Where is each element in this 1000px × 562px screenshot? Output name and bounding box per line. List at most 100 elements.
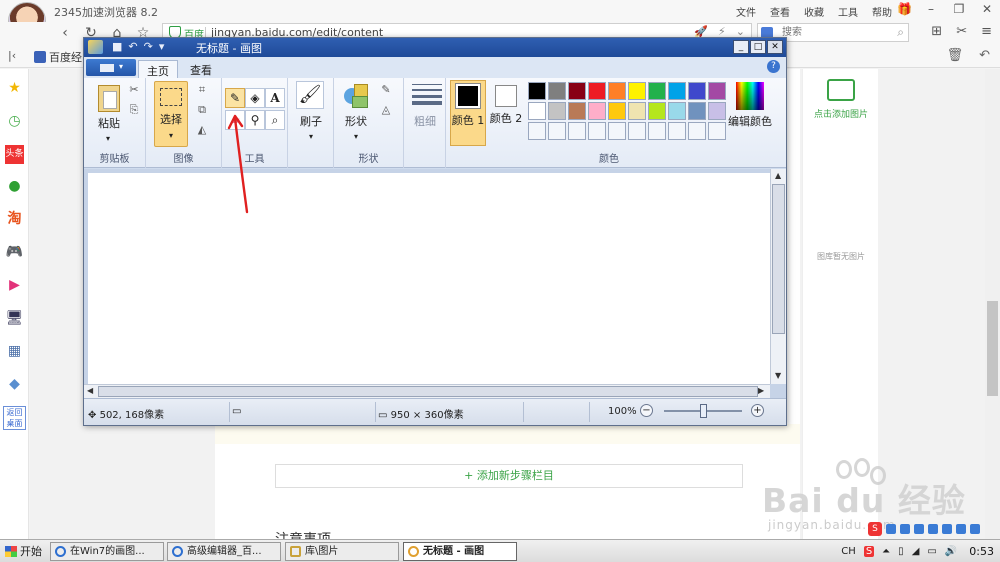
- palette-swatch[interactable]: [668, 102, 686, 120]
- video-icon[interactable]: ▶: [5, 276, 24, 295]
- custom-color-slot[interactable]: [588, 122, 606, 140]
- grid-icon[interactable]: ⊞: [931, 24, 942, 39]
- text-icon[interactable]: A: [265, 88, 285, 108]
- shapes-dropdown-icon[interactable]: ▾: [350, 129, 362, 144]
- restore-icon[interactable]: ❐: [952, 2, 966, 16]
- zoom-in-icon[interactable]: +: [751, 404, 764, 417]
- brushes-dropdown-icon[interactable]: ▾: [305, 129, 317, 144]
- custom-color-slot[interactable]: [668, 122, 686, 140]
- help-icon[interactable]: ?: [767, 60, 780, 73]
- color-picker-icon[interactable]: ⚲: [245, 110, 265, 130]
- rotate-icon[interactable]: ◭: [194, 122, 210, 138]
- custom-color-slot[interactable]: [688, 122, 706, 140]
- custom-color-slot[interactable]: [528, 122, 546, 140]
- bookmark-baidu[interactable]: 百度经: [34, 49, 82, 65]
- edit-colors-button[interactable]: 编辑颜色: [726, 114, 774, 129]
- menu-favorites[interactable]: 收藏: [804, 4, 824, 19]
- trash-icon[interactable]: 🗑: [947, 48, 964, 63]
- sogou-s-icon[interactable]: S: [868, 522, 882, 536]
- tray-mini-icon[interactable]: [928, 524, 938, 534]
- gift-icon[interactable]: 🎁: [897, 2, 912, 16]
- tray-mini-icon[interactable]: [970, 524, 980, 534]
- palette-swatch[interactable]: [608, 82, 626, 100]
- scroll-right-icon[interactable]: ▶: [758, 386, 764, 395]
- customize-chevron-icon[interactable]: ▾: [159, 40, 165, 53]
- task-advanced-editor[interactable]: 高级编辑器_百...: [167, 542, 281, 561]
- menu-file[interactable]: 文件: [736, 4, 756, 19]
- pencil-icon[interactable]: ✎: [225, 88, 245, 108]
- select-button[interactable]: 选择 ▾: [154, 81, 188, 147]
- tab-view[interactable]: 查看: [182, 60, 220, 78]
- tray-mini-icon[interactable]: [956, 524, 966, 534]
- minimize-icon[interactable]: –: [924, 2, 938, 16]
- menu-view[interactable]: 查看: [770, 4, 790, 19]
- brushes-button[interactable]: 刷子: [292, 114, 330, 129]
- undo-icon[interactable]: ↶: [979, 48, 990, 63]
- outline-icon[interactable]: ✎: [378, 82, 394, 98]
- color1-button[interactable]: 颜色 1: [450, 80, 486, 146]
- eraser-tool-icon[interactable]: ▰: [225, 110, 245, 130]
- custom-color-slot[interactable]: [608, 122, 626, 140]
- menu-lines-icon[interactable]: ≡: [981, 24, 992, 39]
- tray-mini-icon[interactable]: [942, 524, 952, 534]
- fill-icon[interactable]: ◬: [378, 102, 394, 118]
- magnifier-icon[interactable]: ⌕: [265, 110, 285, 130]
- palette-swatch[interactable]: [548, 82, 566, 100]
- palette-swatch[interactable]: [708, 102, 726, 120]
- fill-bucket-icon[interactable]: ◈: [245, 88, 265, 108]
- paint-app-menu-button[interactable]: ▾: [86, 59, 136, 76]
- gamepad-icon[interactable]: 🎮: [5, 243, 24, 262]
- clock-icon[interactable]: ◷: [5, 112, 24, 131]
- palette-swatch[interactable]: [708, 82, 726, 100]
- size-button[interactable]: 粗细: [410, 114, 440, 129]
- vertical-scroll-thumb[interactable]: [772, 184, 785, 334]
- drawing-canvas[interactable]: [88, 173, 770, 384]
- shapes-button[interactable]: 形状: [336, 114, 376, 129]
- paint-close-icon[interactable]: ✕: [767, 40, 783, 54]
- palette-swatch[interactable]: [668, 82, 686, 100]
- task-browser-paint-guide[interactable]: 在Win7的画图...: [50, 542, 164, 561]
- custom-color-slot[interactable]: [548, 122, 566, 140]
- palette-swatch[interactable]: [548, 102, 566, 120]
- menu-help[interactable]: 帮助: [872, 4, 892, 19]
- page-scroll-thumb[interactable]: [987, 301, 998, 396]
- task-library-pictures[interactable]: 库\图片: [285, 542, 399, 561]
- palette-swatch[interactable]: [688, 102, 706, 120]
- palette-swatch[interactable]: [588, 102, 606, 120]
- crop-icon[interactable]: ⌗: [194, 82, 210, 98]
- clock[interactable]: 0:53: [969, 545, 994, 558]
- language-indicator[interactable]: CH: [841, 546, 856, 557]
- custom-color-slot[interactable]: [568, 122, 586, 140]
- task-paint[interactable]: 无标题 - 画图: [403, 542, 517, 561]
- tab-home[interactable]: 主页: [138, 60, 178, 78]
- paint-maximize-icon[interactable]: □: [750, 40, 766, 54]
- brush-icon[interactable]: 🖌: [296, 81, 324, 109]
- edit-colors-icon[interactable]: [736, 82, 764, 110]
- custom-color-slot[interactable]: [648, 122, 666, 140]
- network-icon[interactable]: ◢: [912, 546, 920, 557]
- zoom-out-icon[interactable]: −: [640, 404, 653, 417]
- palette-swatch[interactable]: [628, 82, 646, 100]
- resize-icon[interactable]: ⧉: [194, 102, 210, 118]
- horizontal-scrollbar[interactable]: ◀ ▶: [84, 384, 770, 398]
- paint-minimize-icon[interactable]: _: [733, 40, 749, 54]
- paste-button[interactable]: 粘贴: [90, 116, 128, 131]
- add-image-icon[interactable]: [827, 79, 855, 101]
- scroll-up-icon[interactable]: ▲: [775, 171, 781, 180]
- battery-icon[interactable]: ▭: [927, 546, 936, 557]
- palette-swatch[interactable]: [568, 102, 586, 120]
- paste-dropdown-icon[interactable]: ▾: [102, 131, 114, 146]
- palette-swatch[interactable]: [588, 82, 606, 100]
- color2-swatch[interactable]: [495, 85, 517, 107]
- tray-mini-icon[interactable]: [914, 524, 924, 534]
- horizontal-scroll-thumb[interactable]: [98, 386, 758, 397]
- add-step-button[interactable]: + 添加新步骤栏目: [275, 464, 743, 488]
- redo-icon[interactable]: ↷: [144, 40, 153, 53]
- monitor-icon[interactable]: 🖥: [5, 309, 24, 328]
- eraser-icon[interactable]: ◆: [5, 375, 24, 394]
- scroll-down-icon[interactable]: ▼: [775, 371, 781, 380]
- scroll-left-icon[interactable]: ◀: [87, 386, 93, 395]
- cut-icon[interactable]: ✂: [126, 82, 142, 98]
- add-image-label[interactable]: 点击添加图片: [803, 107, 879, 120]
- palette-swatch[interactable]: [648, 102, 666, 120]
